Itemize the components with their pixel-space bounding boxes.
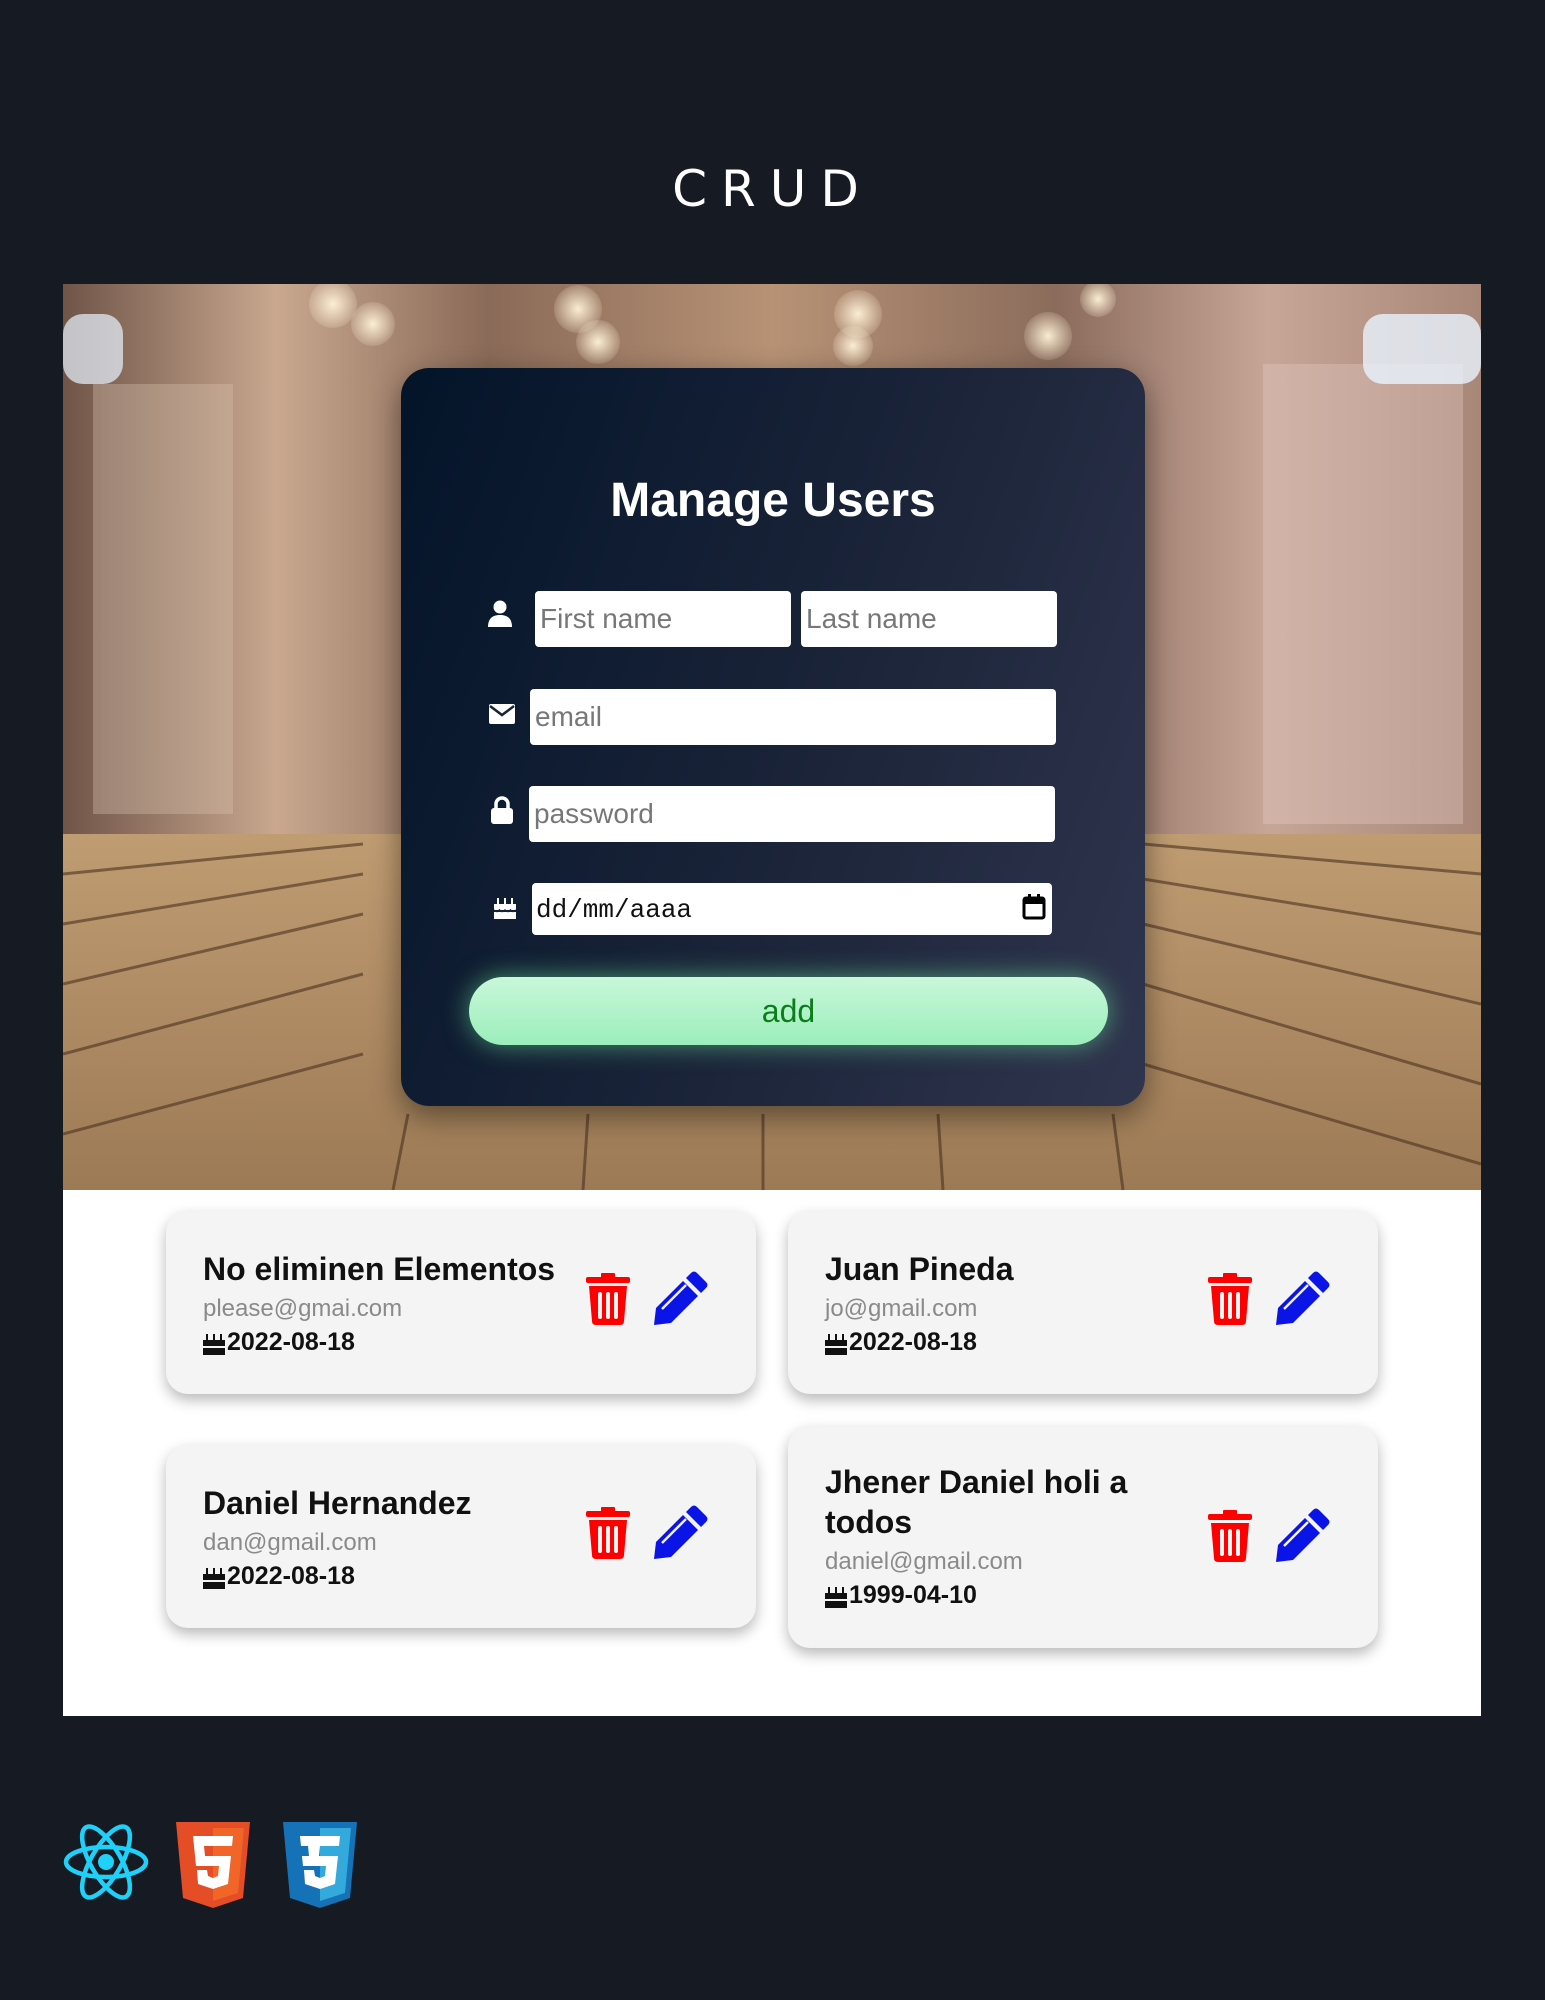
- user-card: Juan Pineda jo@gmail.com 2022-08-18: [788, 1211, 1378, 1394]
- trash-icon: [1208, 1273, 1252, 1325]
- pencil-icon: [1276, 1508, 1330, 1562]
- html5-logo: [176, 1822, 250, 1908]
- user-birthdate: 2022-08-18: [825, 1328, 977, 1357]
- css3-logo: [283, 1822, 357, 1908]
- email-input[interactable]: [530, 689, 1056, 745]
- lock-icon: [491, 796, 513, 824]
- user-name: Juan Pineda: [825, 1251, 1014, 1287]
- trash-icon: [586, 1273, 630, 1325]
- birthdate-value: 1999-04-10: [849, 1581, 977, 1609]
- user-email: please@gmai.com: [203, 1295, 403, 1322]
- birthdate-input[interactable]: dd/mm/aaaa: [532, 883, 1052, 935]
- user-email: jo@gmail.com: [825, 1295, 978, 1322]
- user-birthdate: 2022-08-18: [203, 1328, 355, 1357]
- user-card: Daniel Hernandez dan@gmail.com 2022-08-1…: [166, 1445, 756, 1628]
- user-card: Jhener Daniel holi a todos daniel@gmail.…: [788, 1426, 1378, 1648]
- user-email: daniel@gmail.com: [825, 1548, 1023, 1575]
- edit-button[interactable]: [654, 1505, 708, 1562]
- date-placeholder: dd/mm/aaaa: [536, 895, 693, 925]
- user-birthdate: 2022-08-18: [203, 1562, 355, 1591]
- user-email: dan@gmail.com: [203, 1529, 377, 1556]
- birthdate-value: 2022-08-18: [849, 1328, 977, 1356]
- edit-button[interactable]: [1276, 1271, 1330, 1328]
- envelope-icon: [489, 704, 515, 724]
- birthdate-value: 2022-08-18: [227, 1562, 355, 1590]
- user-icon: [488, 600, 512, 627]
- user-name: Jhener Daniel holi a todos: [825, 1464, 1128, 1540]
- delete-button[interactable]: [1208, 1510, 1252, 1565]
- user-name: Daniel Hernandez: [203, 1485, 472, 1521]
- delete-button[interactable]: [1208, 1273, 1252, 1328]
- pencil-icon: [654, 1271, 708, 1325]
- birthday-cake-icon: [825, 1586, 847, 1608]
- user-form-card: Manage Users First name Last name email …: [401, 368, 1145, 1106]
- delete-button[interactable]: [586, 1273, 630, 1328]
- birthday-cake-icon: [494, 898, 516, 919]
- form-heading: Manage Users: [610, 474, 936, 527]
- react-logo: [63, 1824, 149, 1900]
- first-name-input[interactable]: [535, 591, 791, 647]
- trash-icon: [1208, 1510, 1252, 1562]
- birthday-cake-icon: [825, 1333, 847, 1355]
- user-card: No eliminen Elementos please@gmai.com 20…: [166, 1211, 756, 1394]
- app-frame: Manage Users First name Last name email …: [63, 284, 1481, 1716]
- user-birthdate: 1999-04-10: [825, 1581, 977, 1610]
- hero-section: Manage Users First name Last name email …: [63, 284, 1481, 1190]
- edit-button[interactable]: [1276, 1508, 1330, 1565]
- pencil-icon: [654, 1505, 708, 1559]
- delete-button[interactable]: [586, 1507, 630, 1562]
- pencil-icon: [1276, 1271, 1330, 1325]
- calendar-icon[interactable]: [1022, 894, 1046, 920]
- edit-button[interactable]: [654, 1271, 708, 1328]
- birthdate-value: 2022-08-18: [227, 1328, 355, 1356]
- trash-icon: [586, 1507, 630, 1559]
- user-name: No eliminen Elementos: [203, 1251, 556, 1287]
- password-input[interactable]: [529, 786, 1055, 842]
- add-button[interactable]: add: [469, 977, 1108, 1045]
- last-name-input[interactable]: [801, 591, 1057, 647]
- birthday-cake-icon: [203, 1567, 225, 1589]
- page-title: CRUD: [672, 160, 873, 218]
- birthday-cake-icon: [203, 1333, 225, 1355]
